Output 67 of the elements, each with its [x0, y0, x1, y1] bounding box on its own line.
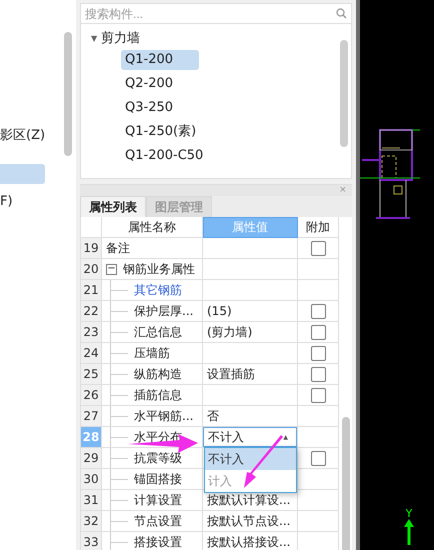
collapse-toggle[interactable]: − — [106, 264, 117, 274]
property-name: 水平钢筋... — [133, 408, 194, 424]
tree-item[interactable]: Q1-250(素) — [121, 122, 200, 142]
scrollbar-thumb[interactable] — [64, 32, 72, 156]
tab[interactable]: 属性列表 — [80, 196, 146, 217]
row-number: 23 — [81, 322, 102, 343]
property-value: 按默认搭接设... — [203, 532, 298, 550]
checkbox[interactable] — [310, 388, 326, 402]
search-field[interactable]: 搜索构件... — [80, 3, 352, 24]
tree-item[interactable]: Q1-200-C50 — [121, 146, 208, 166]
row-number: 22 — [81, 301, 102, 322]
row-number: 33 — [81, 532, 102, 550]
tree-item[interactable]: Q1-200 — [121, 50, 199, 70]
row-number: 32 — [81, 511, 102, 532]
scrollbar-thumb[interactable] — [340, 40, 348, 147]
property-name: 保护层厚... — [133, 302, 194, 320]
tree-group-label[interactable]: 剪力墙 — [101, 29, 140, 47]
property-name: 汇总信息 — [133, 324, 182, 340]
row-number: 28 — [81, 427, 102, 448]
column-header[interactable]: 属性名称 — [102, 217, 203, 238]
property-name: 节点设置 — [133, 512, 182, 530]
property-value: (15) — [203, 301, 298, 322]
checkbox[interactable] — [310, 346, 326, 360]
scrollbar-thumb[interactable] — [342, 417, 350, 550]
property-name: 搭接设置 — [133, 534, 182, 550]
y-axis-arrow-icon — [404, 519, 414, 545]
axis-label: Y — [406, 508, 412, 519]
property-name: 备注 — [105, 240, 130, 256]
row-number: 24 — [81, 343, 102, 364]
property-name: 压墙筋 — [133, 344, 170, 362]
property-value: 设置插筋 — [203, 364, 298, 385]
search-icon[interactable] — [336, 8, 347, 19]
property-name: 锚固搭接 — [133, 470, 182, 488]
row-number: 19 — [81, 238, 102, 259]
row-number: 30 — [81, 469, 102, 490]
property-name: 抗震等级 — [133, 450, 182, 466]
row-number: 26 — [81, 385, 102, 406]
tree-item[interactable]: Q3-250 — [121, 98, 199, 118]
row-number: 21 — [81, 280, 102, 301]
checkbox[interactable] — [310, 240, 326, 256]
property-name: 纵筋构造 — [133, 366, 182, 382]
property-name: 插筋信息 — [133, 386, 182, 404]
row-number: 29 — [81, 448, 102, 469]
row-number: 31 — [81, 490, 102, 511]
property-value: 按默认节点设... — [203, 511, 298, 532]
pointer-arrow-drawing — [244, 435, 283, 488]
property-name: 钢筋业务属性 — [122, 260, 195, 278]
menu-item[interactable]: F) — [0, 192, 64, 212]
property-value: (剪力墙) — [203, 322, 298, 343]
dropdown-option[interactable]: 不计入 — [205, 448, 296, 470]
expand-caret-icon[interactable]: ▼ — [91, 34, 98, 42]
property-name: 其它钢筋 — [133, 282, 182, 298]
row-number: 25 — [81, 364, 102, 385]
property-name: 计算设置 — [133, 492, 182, 508]
row-number: 27 — [81, 406, 102, 427]
checkbox[interactable] — [310, 366, 326, 382]
column-header[interactable]: 附加 — [298, 217, 339, 238]
table-cell — [298, 490, 339, 511]
checkbox[interactable] — [310, 304, 326, 318]
tree-item[interactable]: Q2-200 — [121, 74, 199, 94]
checkbox[interactable] — [310, 324, 326, 340]
table-cell — [298, 511, 339, 532]
menu-item[interactable]: 影区(Z) — [0, 126, 64, 146]
property-value: 按默认计算设... — [203, 490, 298, 511]
checkbox[interactable] — [310, 450, 326, 466]
search-input[interactable]: 搜索构件... — [85, 6, 336, 20]
row-number: 20 — [81, 259, 102, 280]
